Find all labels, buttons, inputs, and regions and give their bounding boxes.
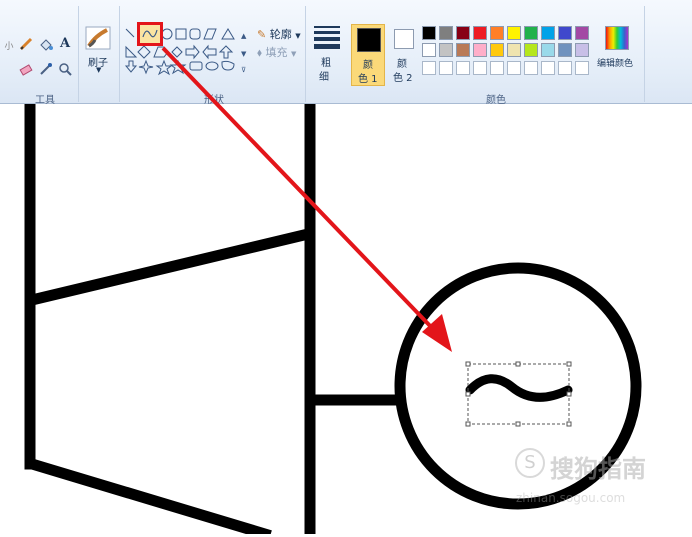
color1-label-top: 颜 [363, 60, 373, 71]
palette-swatch[interactable] [422, 26, 436, 40]
watermark-logo-icon: S [515, 448, 545, 478]
outline-icon: ✎ [257, 28, 267, 41]
custom-color-slot[interactable] [507, 61, 521, 75]
selection-handle [465, 361, 471, 367]
size-label-top: 粗 [321, 58, 331, 69]
color2-label-bottom: 色 2 [393, 73, 413, 84]
palette-swatch[interactable] [575, 26, 589, 40]
color1-label-bottom: 色 1 [358, 74, 378, 85]
custom-color-slot[interactable] [456, 61, 470, 75]
svg-text:⊽: ⊽ [241, 66, 246, 74]
color1-swatch [357, 28, 381, 52]
palette-swatch[interactable] [490, 26, 504, 40]
custom-color-slot[interactable] [490, 61, 504, 75]
palette-swatch[interactable] [473, 43, 487, 57]
fill-icon: ⬧ [257, 46, 262, 59]
drawn-tilde-curve [465, 374, 573, 402]
color1-button[interactable]: 颜 色 1 [351, 24, 385, 86]
divider [78, 6, 79, 102]
crop-fragment-icon[interactable]: 小 [0, 36, 18, 54]
outline-label: 轮廓 [269, 28, 292, 41]
palette-swatch[interactable] [575, 43, 589, 57]
chevron-down-icon: ▼ [295, 32, 301, 40]
curve-icon [142, 29, 158, 38]
selection-handle [515, 421, 521, 427]
pencil-icon[interactable] [17, 35, 35, 53]
color-picker-icon[interactable] [37, 60, 55, 78]
chevron-down-icon: ▼ [290, 50, 297, 58]
palette-swatch[interactable] [439, 43, 453, 57]
palette-swatch[interactable] [507, 26, 521, 40]
palette-swatch[interactable] [422, 43, 436, 57]
chevron-down-icon: ▼ [96, 66, 102, 74]
selection-handle [465, 391, 471, 397]
palette-swatch[interactable] [439, 26, 453, 40]
custom-color-slot[interactable] [558, 61, 572, 75]
palette-swatch[interactable] [456, 43, 470, 57]
selection-handle [515, 361, 521, 367]
svg-text:▼: ▼ [241, 50, 247, 58]
text-tool-icon[interactable]: A [56, 34, 74, 52]
custom-color-slot[interactable] [575, 61, 589, 75]
divider [119, 6, 120, 102]
palette-swatch[interactable] [524, 43, 538, 57]
selection-handle [566, 361, 572, 367]
drawn-middle-slanted-line [25, 227, 315, 307]
fill-bucket-icon[interactable] [37, 35, 55, 53]
curve-shape-button[interactable] [137, 22, 163, 46]
magnifier-icon[interactable] [56, 60, 74, 78]
drawn-bottom-slanted-line [25, 457, 272, 537]
selection-handle [465, 421, 471, 427]
custom-color-slot[interactable] [439, 61, 453, 75]
watermark-url: zhinan.sogou.com [516, 491, 626, 505]
palette-swatch[interactable] [541, 26, 555, 40]
edit-colors-label: 编辑颜色 [597, 59, 634, 69]
svg-text:▲: ▲ [241, 32, 247, 40]
rainbow-icon [605, 26, 629, 50]
ribbon: 小 A 工具 刷子 ▼ ▲ ▼ ⊽ ✎ 轮廓 ▼ ⬧ 填充 ▼ 形状 粗 细 颜… [0, 0, 692, 106]
fill-dropdown[interactable]: ⬧ 填充 ▼ [257, 44, 297, 59]
selection-handle [566, 421, 572, 427]
watermark-text: 搜狗指南 [550, 455, 646, 483]
size-button[interactable]: 粗 细 [311, 24, 343, 83]
custom-color-slot[interactable] [541, 61, 555, 75]
palette-swatch[interactable] [507, 43, 521, 57]
palette-swatch[interactable] [456, 26, 470, 40]
color2-button[interactable]: 颜 色 2 [389, 24, 417, 86]
palette-swatch[interactable] [558, 26, 572, 40]
line-size-icon [314, 26, 340, 49]
drawing-canvas[interactable]: S 搜狗指南 zhinan.sogou.com [0, 98, 692, 537]
palette-swatch[interactable] [541, 43, 555, 57]
custom-color-slot[interactable] [473, 61, 487, 75]
divider [305, 6, 306, 102]
outline-dropdown[interactable]: ✎ 轮廓 ▼ [257, 26, 301, 41]
color2-swatch [394, 29, 414, 49]
custom-color-slot[interactable] [524, 61, 538, 75]
fill-label: 填充 [265, 46, 288, 59]
palette-swatch[interactable] [558, 43, 572, 57]
palette-swatch[interactable] [524, 26, 538, 40]
palette-swatch[interactable] [490, 43, 504, 57]
color2-label-top: 颜 [397, 59, 407, 70]
shapes-gallery: ▲ ▼ ⊽ [124, 22, 252, 76]
brush-icon [85, 26, 111, 53]
custom-color-slot[interactable] [422, 61, 436, 75]
edit-colors-button[interactable]: 编辑颜色 [597, 24, 639, 74]
selection-handle [566, 391, 572, 397]
eraser-icon[interactable] [17, 60, 35, 78]
brush-button[interactable]: 刷子 ▼ [83, 26, 113, 80]
divider [644, 6, 645, 102]
palette-swatch[interactable] [473, 26, 487, 40]
size-label-bottom: 细 [319, 72, 329, 83]
